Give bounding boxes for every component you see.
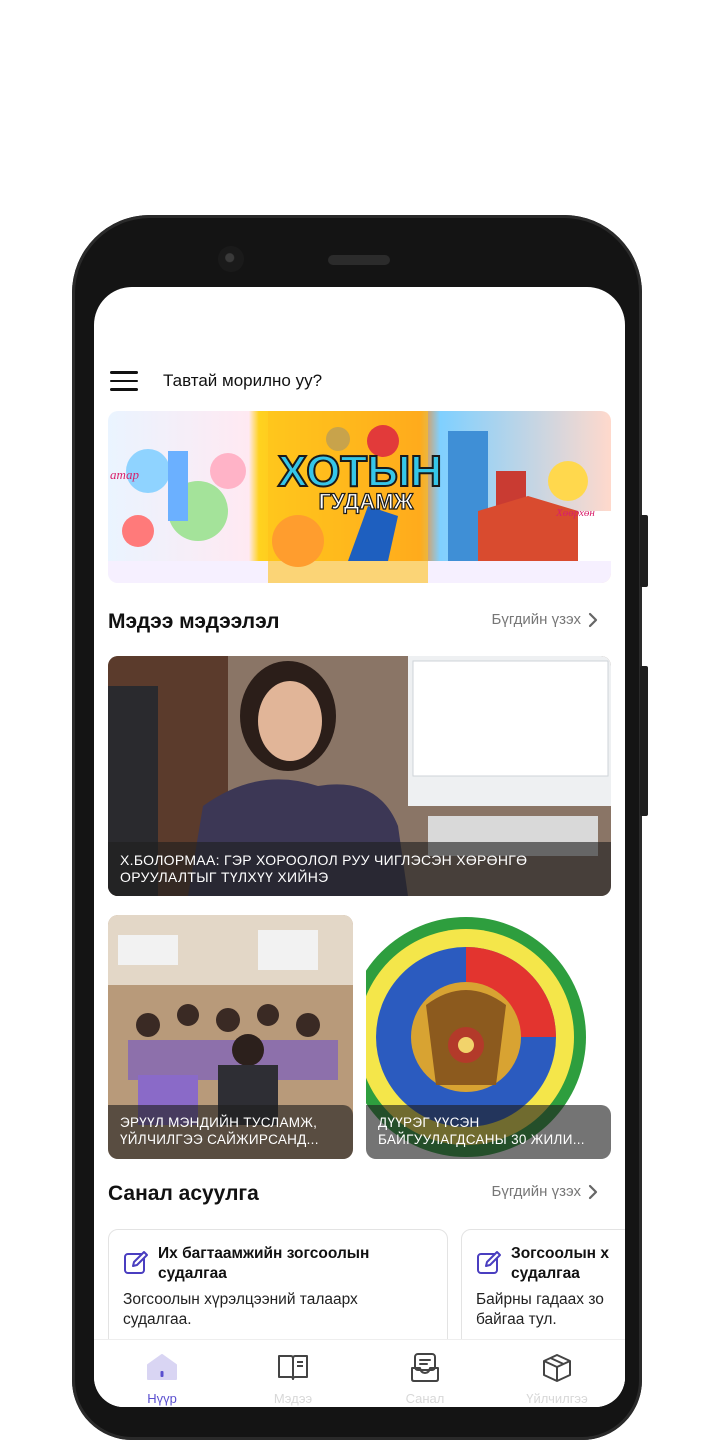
bottom-navigation: Нүүр Мэдээ Санал Үйлчилгээ [94, 1339, 625, 1407]
polls-section-title: Санал асуулга [108, 1182, 259, 1205]
polls-see-all-label: Бүгдийн үзэх [491, 1183, 581, 1200]
poll-title-line: Зогсоолын х [511, 1245, 609, 1262]
edit-icon [124, 1251, 148, 1274]
banner-side-text-right: Хөөрхөн [555, 507, 595, 519]
home-icon [147, 1354, 177, 1380]
poll-title: Зогсоолын х судалгаа [511, 1244, 625, 1284]
poll-title-line: судалгаа [158, 1265, 227, 1282]
nav-label-news: Мэдээ [273, 1391, 313, 1406]
nav-label-home: Нүүр [147, 1391, 177, 1406]
banner-side-text-left: атар [110, 467, 140, 482]
poll-title-line: Их багтаамжийн зогсоолын [158, 1245, 370, 1262]
inbox-icon [411, 1353, 439, 1382]
poll-desc-line: судалгаа. [123, 1311, 192, 1328]
poll-title-line: судалгаа [511, 1265, 580, 1282]
news-section-title: Мэдээ мэдээлэл [108, 610, 280, 633]
news-caption-line: ЭРҮҮЛ МЭНДИЙН ТУСЛАМЖ, [120, 1115, 318, 1130]
nav-label-services: Үйлчилгээ [526, 1391, 588, 1406]
poll-description: Зогсоолын хүрэлцээний талаарх судалгаа. [123, 1290, 413, 1330]
nav-label-feedback: Санал [405, 1391, 445, 1406]
box-icon [543, 1354, 571, 1382]
news-card-health[interactable]: ЭРҮҮЛ МЭНДИЙН ТУСЛАМЖ, ҮЙЛЧИЛГЭЭ САЙЖИРС… [108, 915, 353, 1159]
poll-desc-line: Зогсоолын хүрэлцээний талаарх [123, 1291, 358, 1308]
news-card-anniversary[interactable]: ДҮҮРЭГ ҮҮСЭН БАЙГУУЛАГДСАНЫ 30 ЖИЛИ... [366, 915, 611, 1159]
earpiece-speaker [328, 255, 390, 265]
poll-desc-line: байгаа тул. [476, 1311, 557, 1328]
welcome-text: Тавтай морилно уу? [163, 371, 323, 390]
poll-description: Байрны гадаах зо байгаа тул. [476, 1290, 625, 1330]
polls-see-all-link[interactable]: Бүгдийн үзэх [492, 1183, 599, 1200]
news-card-featured[interactable]: Х.БОЛОРМАА: ГЭР ХОРООЛОЛ РУУ ЧИГЛЭСЭН ХӨ… [108, 656, 611, 896]
poll-desc-line: Байрны гадаах зо [476, 1291, 604, 1308]
news-caption-anniversary: ДҮҮРЭГ ҮҮСЭН БАЙГУУЛАГДСАНЫ 30 ЖИЛИ... [366, 1105, 611, 1159]
top-bar: Тавтай морилно уу? [94, 357, 625, 407]
news-caption-line: ҮЙЛЧИЛГЭЭ САЙЖИРСАНД... [120, 1132, 319, 1147]
nav-item-feedback[interactable]: Санал [359, 1340, 491, 1407]
news-caption-featured: Х.БОЛОРМАА: ГЭР ХОРООЛОЛ РУУ ЧИГЛЭСЭН ХӨ… [108, 842, 611, 896]
nav-item-news[interactable]: Мэдээ [227, 1340, 359, 1407]
news-caption-line: БАЙГУУЛАГДСАНЫ 30 ЖИЛИ... [378, 1132, 585, 1147]
poll-title: Их багтаамжийн зогсоолын судалгаа [158, 1244, 418, 1284]
front-camera [218, 246, 244, 272]
nav-item-home[interactable]: Нүүр [96, 1340, 228, 1407]
power-button [640, 666, 648, 816]
banner-illustration: ХОТЫН ГУДАМЖ атар Хөөрхөн [108, 411, 611, 583]
news-caption-line: ДҮҮРЭГ ҮҮСЭН [378, 1115, 480, 1130]
nav-item-services[interactable]: Үйлчилгээ [491, 1340, 623, 1407]
edit-icon [477, 1251, 501, 1274]
news-see-all-label: Бүгдийн үзэх [491, 611, 581, 628]
news-see-all-link[interactable]: Бүгдийн үзэх [492, 611, 599, 628]
volume-button [640, 515, 648, 587]
book-icon [278, 1355, 308, 1380]
app-screen: Тавтай морилно уу? ХОТЫН ГУДАМЖ атар Хөө… [94, 287, 625, 1407]
hero-banner[interactable]: ХОТЫН ГУДАМЖ атар Хөөрхөн [108, 411, 611, 583]
banner-subtitle: ГУДАМЖ [319, 489, 414, 514]
chevron-right-icon [588, 612, 598, 627]
hamburger-menu-icon[interactable] [110, 371, 138, 391]
news-caption-line: Х.БОЛОРМАА: ГЭР ХОРООЛОЛ РУУ ЧИГЛЭСЭН ХӨ… [120, 852, 528, 868]
news-caption-line: ОРУУЛАЛТЫГ ТҮЛХҮҮ ХИЙНЭ [120, 869, 329, 885]
chevron-right-icon [588, 1184, 598, 1199]
news-caption-health: ЭРҮҮЛ МЭНДИЙН ТУСЛАМЖ, ҮЙЛЧИЛГЭЭ САЙЖИРС… [108, 1105, 353, 1159]
